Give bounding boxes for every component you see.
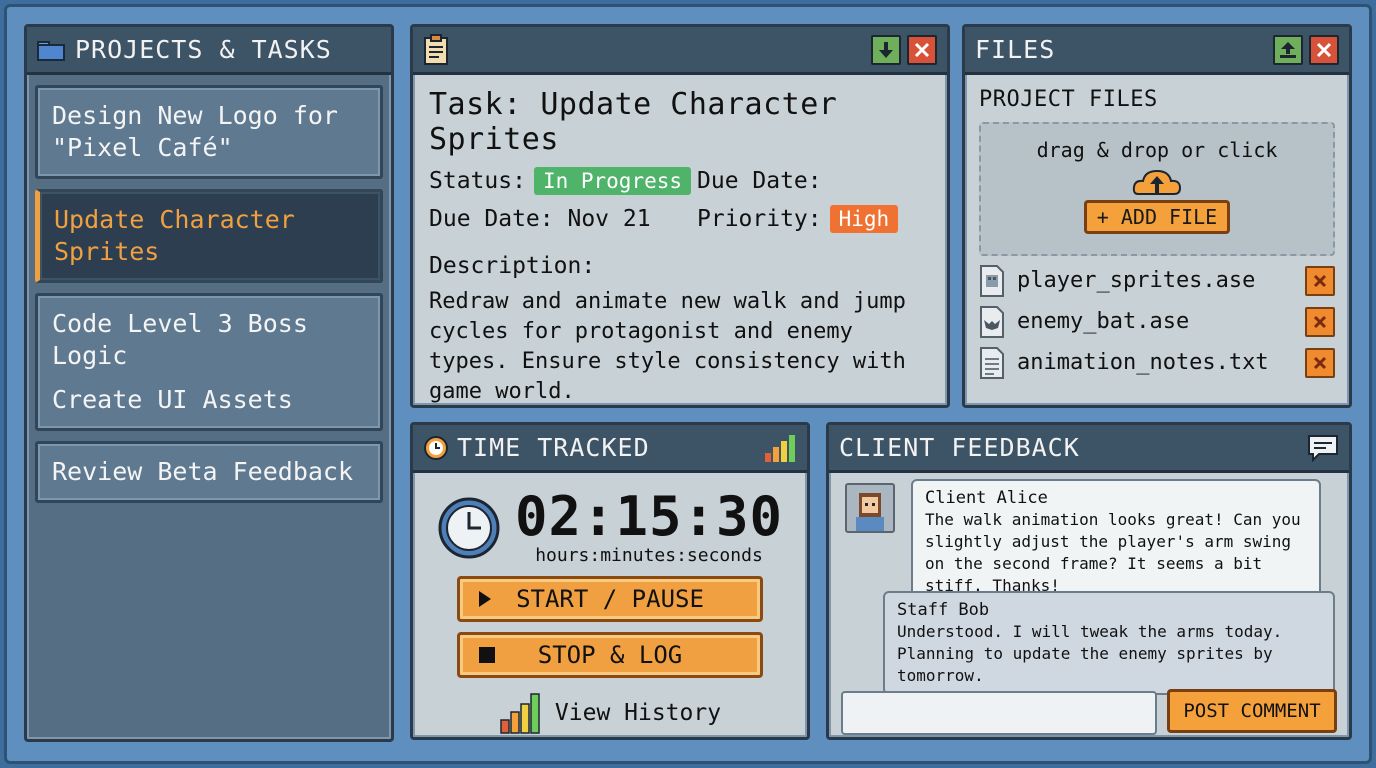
files-panel: FILES PROJECT FILES drag & drop or click… — [962, 24, 1352, 408]
clock-row: 02:15:30 hours:minutes:seconds — [429, 489, 791, 566]
time-digits: 02:15:30 — [514, 485, 784, 548]
time-units: hours:minutes:seconds — [535, 545, 763, 566]
message-bubble-alice: Client Alice The walk animation looks gr… — [911, 479, 1321, 605]
file-name: enemy_bat.ase — [1017, 309, 1190, 334]
file-row[interactable]: player_sprites.ase — [979, 264, 1335, 297]
status-label: Status: — [429, 168, 526, 194]
delete-file-button[interactable] — [1305, 306, 1335, 337]
drop-text: drag & drop or click — [1036, 138, 1278, 162]
time-title: TIME TRACKED — [457, 433, 650, 462]
task-item-update-sprites[interactable]: Update Character Sprites — [35, 189, 383, 283]
file-row[interactable]: enemy_bat.ase — [979, 305, 1335, 338]
clock-icon — [438, 497, 500, 558]
upload-button[interactable] — [1273, 34, 1303, 65]
description-text: Redraw and animate new walk and jump cyc… — [429, 289, 906, 404]
upload-icon — [1280, 41, 1296, 58]
clipboard-icon — [423, 33, 449, 66]
client-feedback-panel: CLIENT FEEDBACK Client Alice The walk an… — [826, 422, 1352, 740]
status-badge: In Progress — [533, 167, 692, 195]
bar-chart-icon — [763, 433, 797, 463]
start-pause-button[interactable]: START / PAUSE — [457, 576, 763, 622]
close-icon — [914, 42, 930, 57]
cloud-upload-icon — [1132, 169, 1182, 195]
priority-badge: High — [829, 205, 899, 233]
message-bubble-bob: Staff Bob Understood. I will tweak the a… — [883, 591, 1335, 695]
time-body: 02:15:30 hours:minutes:seconds START / P… — [413, 473, 807, 737]
folder-icon — [37, 39, 65, 61]
task-item-label: Code Level 3 Boss Logic — [52, 309, 308, 370]
add-file-button[interactable]: + ADD FILE — [1083, 200, 1231, 234]
files-body: PROJECT FILES drag & drop or click + ADD… — [965, 75, 1349, 391]
view-history-label: View History — [554, 700, 722, 726]
play-icon — [479, 591, 491, 607]
avatar — [845, 483, 895, 533]
file-dropzone[interactable]: drag & drop or click + ADD FILE — [979, 122, 1335, 256]
feedback-header: CLIENT FEEDBACK — [829, 425, 1349, 473]
arrow-down-icon — [879, 41, 893, 58]
history-chart-icon — [500, 693, 540, 734]
file-name: animation_notes.txt — [1017, 350, 1269, 375]
task-header — [413, 27, 947, 75]
sprite-file-icon — [980, 264, 1004, 297]
files-title: FILES — [975, 35, 1056, 64]
project-files-label: PROJECT FILES — [979, 87, 1158, 112]
projects-header: PROJECTS & TASKS — [27, 27, 391, 75]
post-comment-button[interactable]: POST COMMENT — [1167, 689, 1337, 733]
delete-file-button[interactable] — [1305, 265, 1335, 296]
feedback-title: CLIENT FEEDBACK — [839, 433, 1080, 462]
task-item-label: Update Character Sprites — [54, 205, 295, 266]
close-icon — [1316, 42, 1332, 57]
task-item-design-logo[interactable]: Design New Logo for "Pixel Café" — [35, 85, 383, 179]
clock-small-icon — [423, 435, 449, 461]
task-list: Design New Logo for "Pixel Café" Update … — [27, 75, 391, 523]
time-header: TIME TRACKED — [413, 425, 807, 473]
message-text: The walk animation looks great! Can you … — [925, 510, 1301, 595]
task-item-sub-label[interactable]: Create UI Assets — [52, 384, 366, 416]
file-name: player_sprites.ase — [1017, 268, 1256, 293]
close-task-button[interactable] — [907, 34, 937, 65]
description-label: Description: — [429, 253, 596, 279]
delete-file-button[interactable] — [1305, 347, 1335, 378]
task-item-label: Review Beta Feedback — [52, 457, 354, 486]
due-date-value: Due Date: Nov 21 — [429, 206, 651, 232]
close-icon — [1313, 356, 1327, 369]
task-item-review-feedback[interactable]: Review Beta Feedback — [35, 441, 383, 503]
projects-panel: PROJECTS & TASKS Design New Logo for "Pi… — [24, 24, 394, 742]
task-title: Task: Update Character Sprites — [429, 87, 838, 157]
status-row: Status: In Progress — [429, 167, 697, 195]
start-pause-label: START / PAUSE — [516, 585, 704, 613]
priority-row: Priority: High — [697, 205, 931, 233]
clock-readout: 02:15:30 hours:minutes:seconds — [514, 485, 784, 567]
task-detail-panel: Task: Update Character Sprites Status: I… — [410, 24, 950, 408]
chat-icon — [1307, 434, 1339, 462]
feedback-body: Client Alice The walk animation looks gr… — [829, 473, 1349, 735]
task-body: Task: Update Character Sprites Status: I… — [413, 75, 947, 405]
close-icon — [1313, 315, 1327, 328]
due-date-value-row: Due Date: Nov 21 — [429, 205, 697, 233]
download-button[interactable] — [871, 34, 901, 65]
task-meta: Status: In Progress Due Date: Due Date: … — [429, 167, 931, 233]
projects-title: PROJECTS & TASKS — [75, 35, 332, 64]
close-files-button[interactable] — [1309, 34, 1339, 65]
time-tracked-panel: TIME TRACKED 02:15:30 hours:minutes:seco… — [410, 422, 810, 740]
task-item-boss-logic[interactable]: Code Level 3 Boss Logic Create UI Assets — [35, 293, 383, 431]
comment-input[interactable] — [841, 691, 1157, 735]
task-item-label: Design New Logo for "Pixel Café" — [52, 101, 338, 162]
files-header: FILES — [965, 27, 1349, 75]
priority-label: Priority: — [697, 206, 822, 232]
text-file-icon — [980, 346, 1004, 379]
alice-avatar-icon — [856, 493, 884, 531]
message-text: Understood. I will tweak the arms today.… — [897, 622, 1283, 685]
due-date-label: Due Date: — [697, 168, 822, 194]
stop-log-button[interactable]: STOP & LOG — [457, 632, 763, 678]
stop-icon — [479, 647, 495, 663]
due-date-row: Due Date: — [697, 167, 931, 195]
message-author: Staff Bob — [897, 600, 990, 620]
view-history-link[interactable]: View History — [429, 692, 791, 734]
bat-file-icon — [980, 305, 1004, 338]
stop-log-label: STOP & LOG — [537, 641, 683, 669]
file-row[interactable]: animation_notes.txt — [979, 346, 1335, 379]
message-author: Client Alice — [925, 488, 1048, 508]
close-icon — [1313, 274, 1327, 287]
